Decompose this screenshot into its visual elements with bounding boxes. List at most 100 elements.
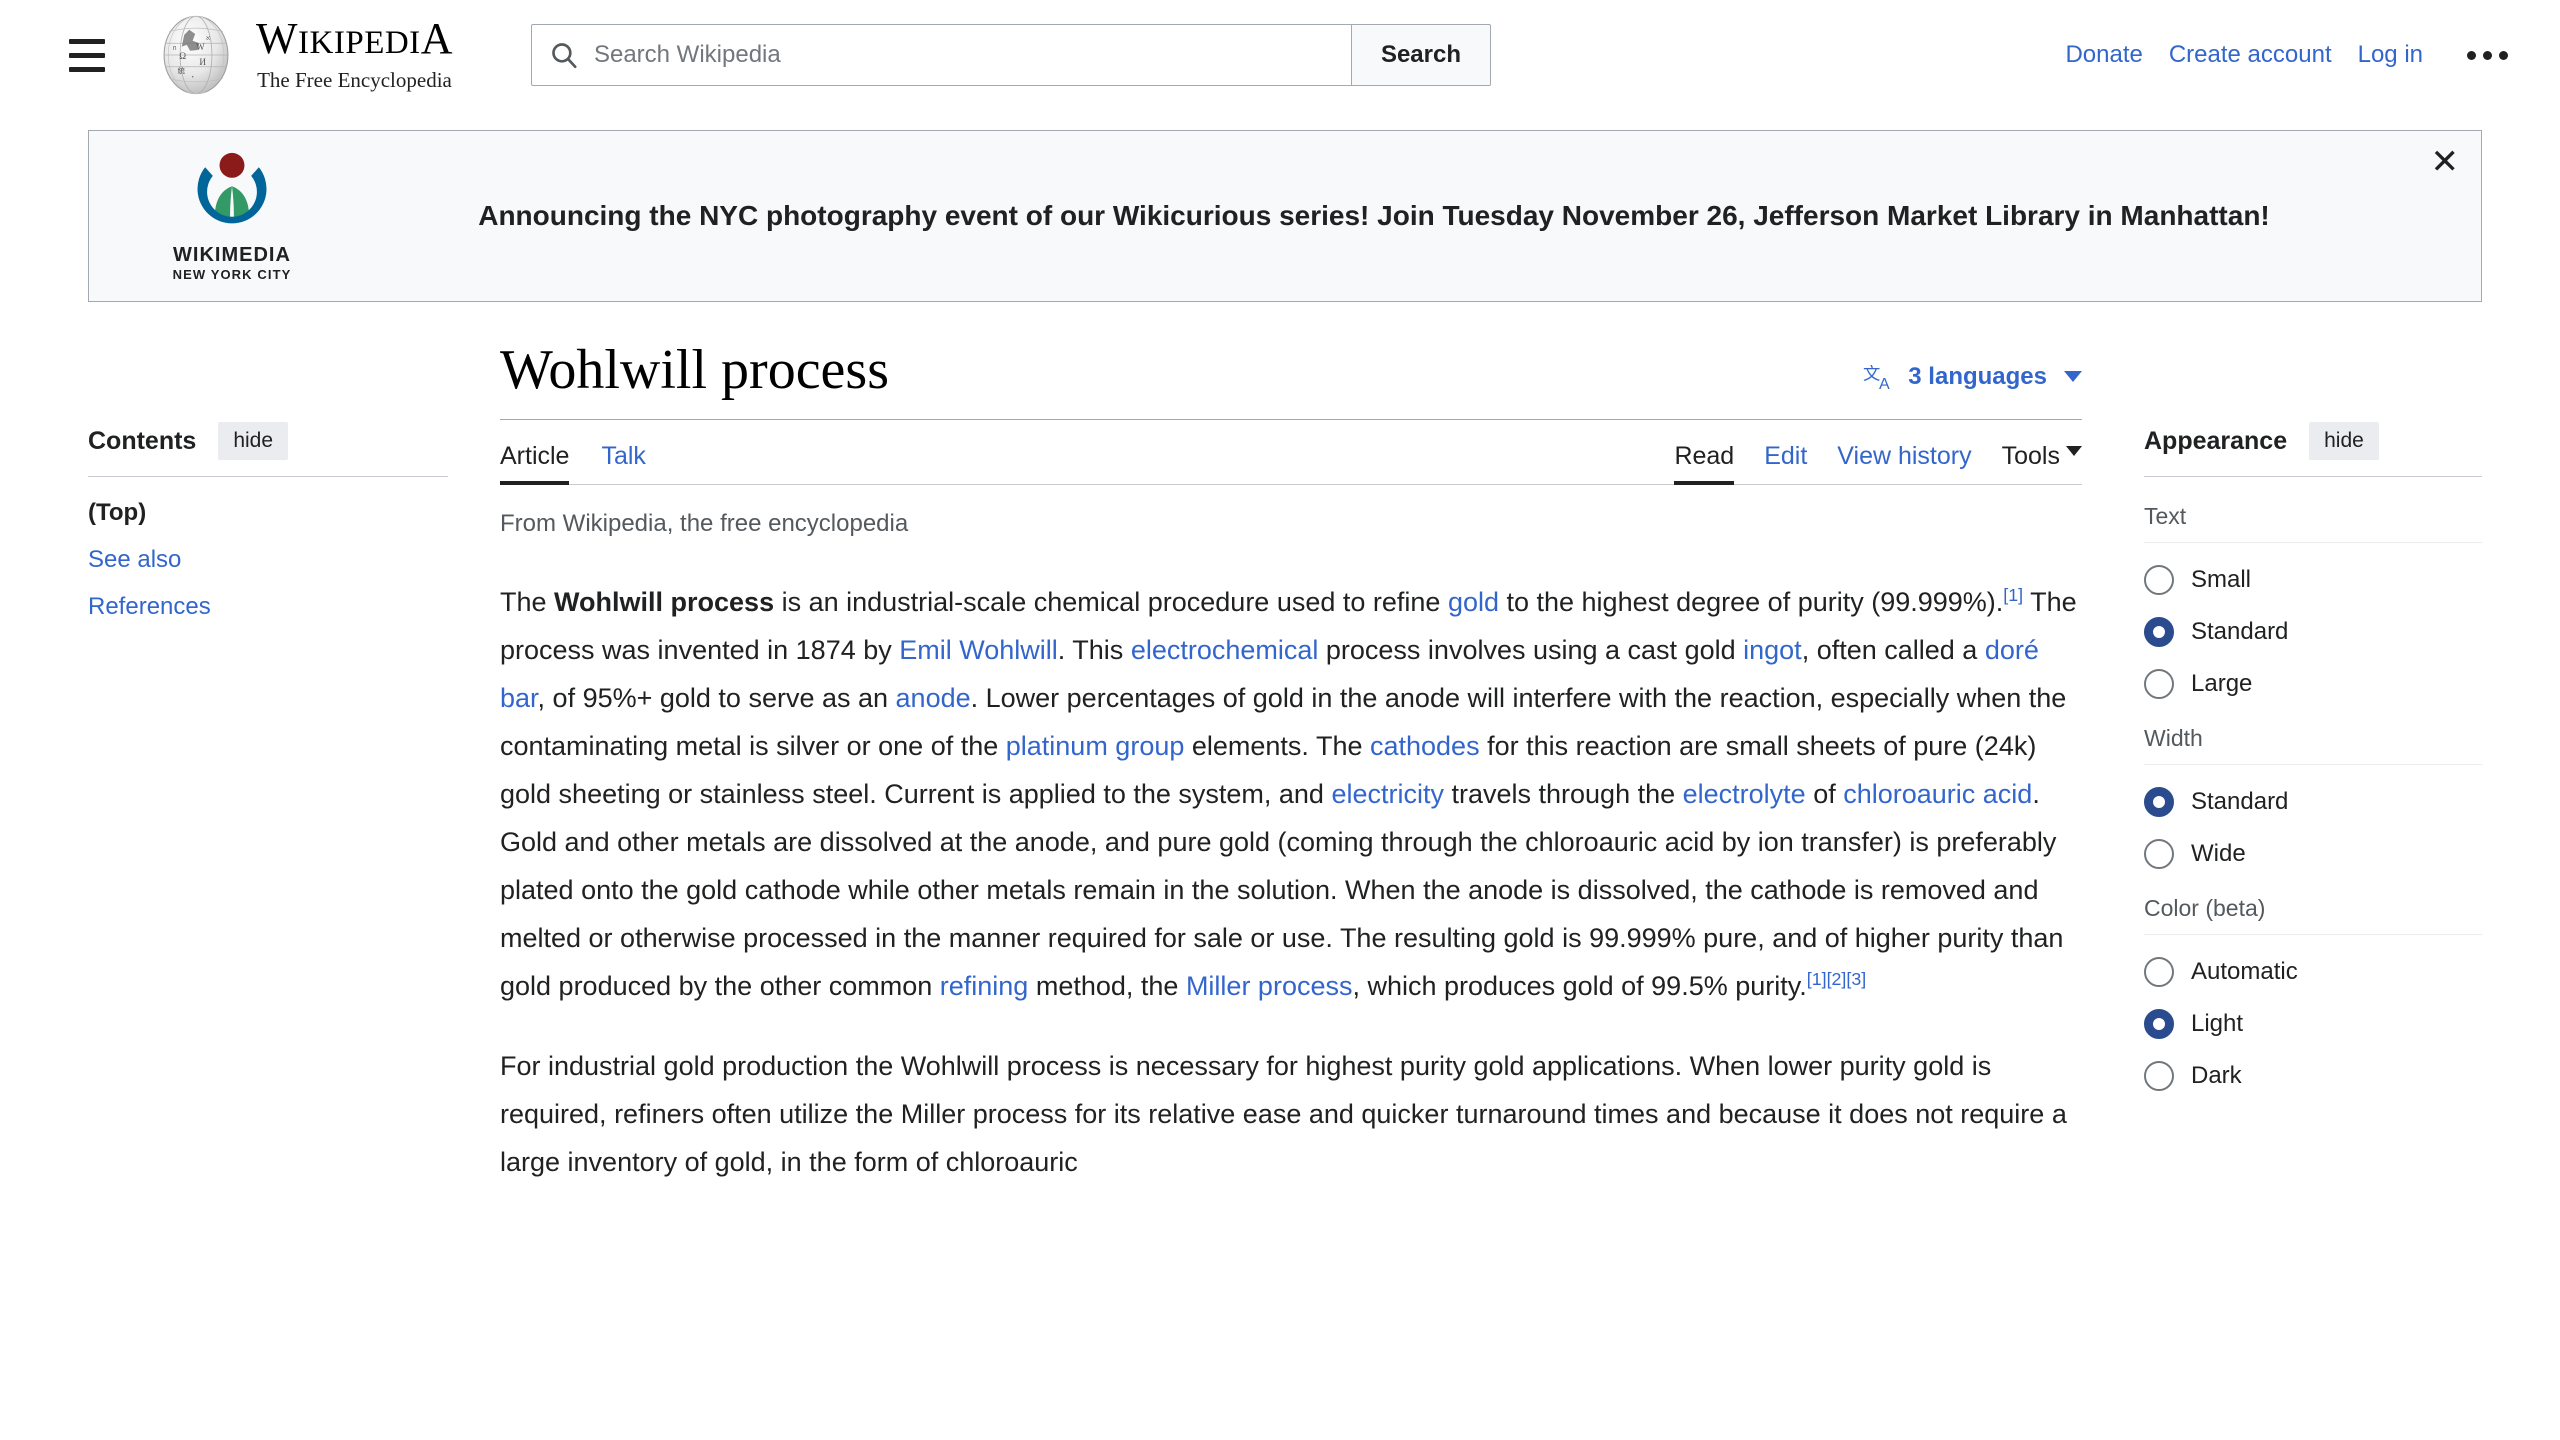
list-item[interactable]: See also — [88, 546, 448, 574]
reference-1: [1] — [2003, 584, 2024, 605]
reference-3: [3] — [1846, 968, 1867, 989]
radio-label: Standard — [2191, 618, 2289, 645]
color-option-light[interactable]: Light — [2144, 1009, 2482, 1039]
radio-icon[interactable] — [2144, 565, 2174, 595]
text-size-option-standard[interactable]: Standard — [2144, 617, 2482, 647]
link-electrochemical[interactable]: electrochemical — [1131, 635, 1319, 665]
link-chloroauric-acid[interactable]: chloroauric acid — [1843, 779, 2032, 809]
wikimedia-nyc-logo: WIKIMEDIA NEW YORK CITY — [157, 150, 307, 282]
link-refining[interactable]: refining — [940, 971, 1029, 1001]
hamburger-bar — [69, 38, 105, 44]
radio-icon-selected[interactable] — [2144, 1009, 2174, 1039]
appearance-group-text-label: Text — [2144, 503, 2482, 543]
ellipsis-icon[interactable] — [2467, 50, 2508, 60]
radio-icon[interactable] — [2144, 957, 2174, 987]
appearance-hide-button[interactable]: hide — [2309, 422, 2379, 460]
link-electricity[interactable]: electricity — [1331, 779, 1444, 809]
svg-text:И: И — [199, 57, 206, 67]
wikipedia-wordmark: WIKIPEDIA The Free Encyclopedia — [256, 17, 453, 93]
title-row: Wohlwill process 文 A 3 languages — [500, 339, 2082, 402]
wordmark-text: WIKIPEDIA — [256, 14, 453, 63]
svg-text:י: י — [192, 73, 194, 82]
width-option-wide[interactable]: Wide — [2144, 839, 2482, 869]
reference-2: [2] — [1826, 968, 1847, 989]
appearance-header: Appearance hide — [2144, 422, 2482, 460]
search-input-wrapper[interactable] — [530, 24, 1351, 86]
text-size-option-large[interactable]: Large — [2144, 669, 2482, 699]
second-paragraph: For industrial gold production the Wohlw… — [500, 1051, 2067, 1178]
wikipedia-logo-link[interactable]: Ω W И 統 י א ก WIKIPEDIA The Free Encyclo… — [154, 13, 453, 97]
tab-view-history[interactable]: View history — [1837, 442, 1971, 484]
hamburger-icon[interactable] — [60, 28, 114, 82]
radio-icon[interactable] — [2144, 1061, 2174, 1091]
width-option-standard[interactable]: Standard — [2144, 787, 2482, 817]
page-title: Wohlwill process — [500, 339, 889, 401]
link-platinum-group[interactable]: platinum group — [1006, 731, 1185, 761]
wordmark-tagline: The Free Encyclopedia — [257, 68, 452, 92]
toc-item-references[interactable]: References — [88, 593, 211, 620]
radio-icon-selected[interactable] — [2144, 787, 2174, 817]
toc-item-top: (Top) — [88, 499, 147, 526]
tab-talk[interactable]: Talk — [601, 442, 645, 484]
svg-text:A: A — [1879, 376, 1890, 392]
appearance-group-width-label: Width — [2144, 725, 2482, 765]
text-size-option-small[interactable]: Small — [2144, 565, 2482, 595]
title-divider — [500, 418, 2082, 420]
search-icon — [552, 43, 577, 69]
close-icon[interactable]: ✕ — [2431, 145, 2460, 179]
appearance-divider — [2144, 476, 2482, 477]
radio-label: Automatic — [2191, 958, 2298, 985]
svg-text:W: W — [196, 42, 205, 52]
chevron-down-icon — [2066, 445, 2082, 456]
wikipedia-globe-icon: Ω W И 統 י א ก — [163, 15, 229, 95]
site-header: Ω W И 統 י א ก WIKIPEDIA The Free Encyclo… — [0, 0, 2560, 110]
link-electrolyte[interactable]: electrolyte — [1683, 779, 1806, 809]
view-tabs: Read Edit View history Tools — [1674, 442, 2082, 485]
tab-edit[interactable]: Edit — [1764, 442, 1807, 484]
link-ingot[interactable]: ingot — [1743, 635, 1802, 665]
contents-hide-button[interactable]: hide — [218, 422, 289, 460]
ellipsis-dot — [2483, 50, 2492, 60]
create-account-link[interactable]: Create account — [2169, 41, 2332, 69]
appearance-sidebar: Appearance hide Text Small Standard Larg… — [2122, 340, 2482, 1091]
article-subject-bold: Wohlwill process — [554, 586, 775, 617]
log-in-link[interactable]: Log in — [2358, 41, 2423, 69]
color-option-automatic[interactable]: Automatic — [2144, 957, 2482, 987]
list-item[interactable]: (Top) — [88, 499, 448, 527]
link-emil-wohlwill[interactable]: Emil Wohlwill — [899, 635, 1058, 665]
wikimedia-nyc-sub: NEW YORK CITY — [172, 267, 292, 282]
radio-label: Large — [2191, 670, 2253, 697]
radio-label: Wide — [2191, 840, 2246, 867]
wikimedia-logo-icon — [197, 152, 267, 224]
link-miller-process[interactable]: Miller process — [1186, 971, 1353, 1001]
color-option-dark[interactable]: Dark — [2144, 1061, 2482, 1091]
appearance-group-color-label: Color (beta) — [2144, 895, 2482, 935]
hamburger-bar — [69, 66, 105, 72]
search-input[interactable] — [591, 40, 1337, 70]
toc-item-see-also[interactable]: See also — [88, 546, 181, 573]
language-icon: 文 A — [1863, 363, 1890, 392]
lead-paragraph: The Wohlwill process is an industrial-sc… — [500, 584, 2077, 1001]
search-form: Search — [530, 24, 1491, 86]
ellipsis-dot — [2499, 50, 2508, 60]
namespace-tabs: Article Talk — [500, 442, 646, 485]
language-count-label: 3 languages — [1908, 362, 2047, 390]
search-button[interactable]: Search — [1350, 24, 1491, 86]
link-cathodes[interactable]: cathodes — [1370, 731, 1480, 761]
tools-label: Tools — [2001, 441, 2060, 470]
list-item[interactable]: References — [88, 593, 448, 621]
svg-text:ก: ก — [172, 45, 176, 52]
link-gold[interactable]: gold — [1448, 587, 1499, 617]
radio-icon[interactable] — [2144, 839, 2174, 869]
tab-read[interactable]: Read — [1674, 442, 1734, 485]
tab-article[interactable]: Article — [500, 442, 570, 485]
contents-sidebar: Contents hide (Top) See also References — [88, 340, 448, 640]
radio-icon[interactable] — [2144, 669, 2174, 699]
language-selector-button[interactable]: 文 A 3 languages — [1863, 362, 2082, 402]
donate-link[interactable]: Donate — [2065, 41, 2142, 69]
radio-label: Standard — [2191, 788, 2289, 815]
tools-menu-button[interactable]: Tools — [2002, 442, 2082, 484]
wikimedia-nyc-name: WIKIMEDIA — [173, 244, 291, 266]
radio-icon-selected[interactable] — [2144, 617, 2174, 647]
link-anode[interactable]: anode — [896, 683, 971, 713]
